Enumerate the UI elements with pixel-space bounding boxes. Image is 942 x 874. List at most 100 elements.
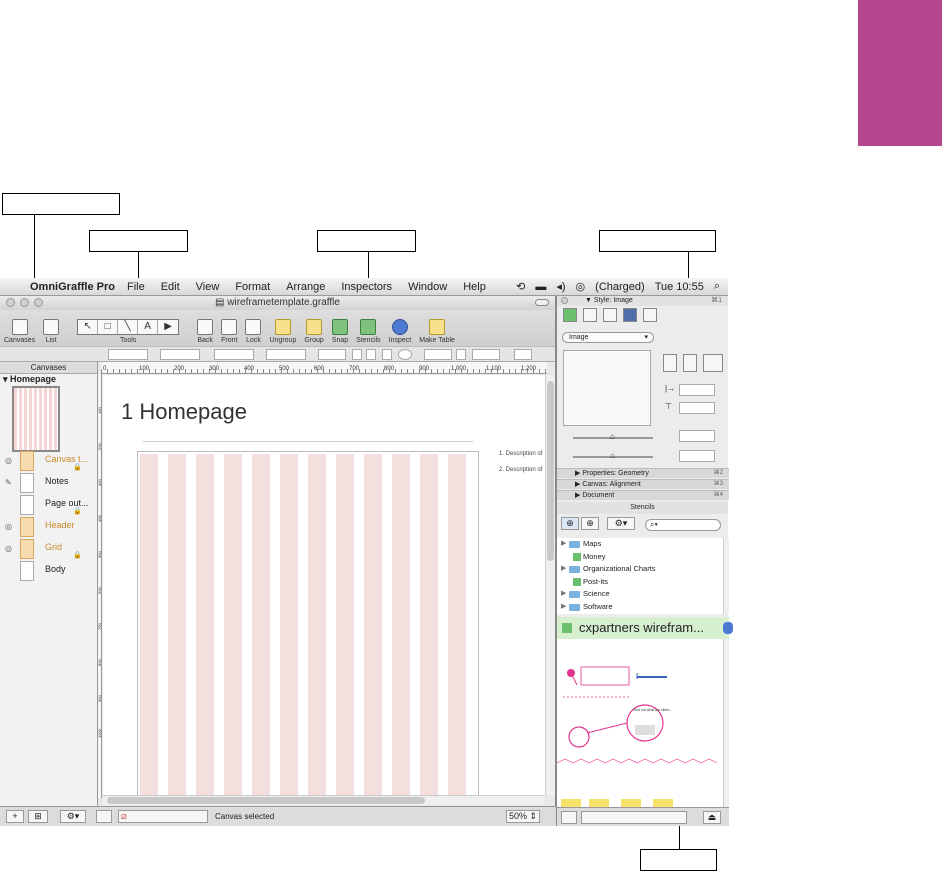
- x-position-field[interactable]: [108, 349, 148, 360]
- disclosure-triangle-icon[interactable]: ▶: [561, 538, 566, 550]
- menu-arrange[interactable]: Arrange: [286, 281, 325, 293]
- vertical-scrollbar[interactable]: [545, 375, 555, 795]
- scroll-thumb[interactable]: [547, 381, 554, 561]
- disclosure-triangle-icon[interactable]: ▶: [561, 588, 566, 600]
- layer-lock-icon[interactable]: 🔒: [73, 507, 82, 515]
- image-opacity-field[interactable]: [679, 450, 715, 462]
- fill-tab-icon[interactable]: [563, 308, 577, 322]
- shadow-tab-icon[interactable]: [603, 308, 617, 322]
- front-button[interactable]: Front: [221, 319, 237, 344]
- stencil-item[interactable]: Money: [557, 551, 723, 564]
- stencil-gear-icon[interactable]: ⚙▾: [607, 517, 635, 530]
- toolbar-toggle-button[interactable]: [535, 299, 549, 306]
- annotation-text[interactable]: 1. Description of: [499, 451, 542, 457]
- image-well[interactable]: [563, 350, 651, 426]
- volume-icon[interactable]: ◂): [556, 280, 565, 293]
- stencil-eject-icon[interactable]: ⏏: [703, 811, 721, 824]
- minimize-window-icon[interactable]: [20, 298, 29, 307]
- lock-button[interactable]: Lock: [245, 319, 262, 344]
- menu-window[interactable]: Window: [408, 281, 447, 293]
- fill-color-well[interactable]: [318, 349, 346, 360]
- select-tool-icon[interactable]: ↖: [78, 320, 99, 334]
- image-tab-icon[interactable]: [623, 308, 637, 322]
- close-panel-icon[interactable]: [561, 297, 568, 304]
- sync-icon[interactable]: ◎: [576, 280, 586, 293]
- corner-style-button[interactable]: [398, 349, 412, 360]
- stencil-view-icon[interactable]: ⊕: [561, 517, 579, 530]
- app-name-menu[interactable]: OmniGraffle Pro: [30, 281, 115, 293]
- stencil-info-icon[interactable]: [723, 622, 733, 634]
- image-scale-field[interactable]: [679, 430, 715, 442]
- line-style-button[interactable]: [456, 349, 466, 360]
- stroke-style-button[interactable]: [382, 349, 392, 360]
- image-fit-stretch-button[interactable]: [683, 354, 697, 372]
- stencil-folder-item[interactable]: ▶ Organizational Charts: [557, 563, 723, 576]
- shadow-style-button[interactable]: [366, 349, 376, 360]
- zoom-select[interactable]: 50% ⇕: [506, 810, 540, 823]
- stencil-preview-area[interactable]: Find out what our client...: [556, 639, 723, 807]
- line-color-well[interactable]: [424, 349, 452, 360]
- layer-lock-icon[interactable]: 🔒: [73, 463, 82, 471]
- style-select[interactable]: Image ▾: [562, 332, 654, 343]
- layer-row[interactable]: Page out... 🔒: [0, 494, 98, 516]
- back-button[interactable]: Back: [197, 319, 214, 344]
- text-tab-icon[interactable]: [643, 308, 657, 322]
- disclosure-triangle-icon[interactable]: ▶: [561, 601, 566, 613]
- layer-lock-icon[interactable]: 🔒: [73, 551, 82, 559]
- add-canvas-button[interactable]: +: [6, 810, 24, 823]
- disclosure-triangle-icon[interactable]: ▶: [561, 563, 566, 575]
- inspector-section-alignment[interactable]: ▶ Canvas: Alignment ⌘3: [557, 479, 729, 489]
- menu-edit[interactable]: Edit: [161, 281, 180, 293]
- horizontal-scrollbar[interactable]: [103, 795, 545, 805]
- close-window-icon[interactable]: [6, 298, 15, 307]
- image-offset-x-field[interactable]: [679, 384, 715, 396]
- stencil-preview-scrollbar[interactable]: [723, 639, 729, 807]
- snap-button[interactable]: Snap: [332, 319, 348, 344]
- stencil-list-scrollbar[interactable]: [723, 538, 729, 614]
- add-layer-button[interactable]: ⊞: [28, 810, 48, 823]
- fill-swatch-button[interactable]: [96, 810, 112, 823]
- drawing-canvas[interactable]: 1 Homepage 1. Description of 2. Descript…: [103, 375, 545, 795]
- inspector-section-document[interactable]: ▶ Document ⌘4: [557, 490, 729, 500]
- menu-help[interactable]: Help: [463, 281, 486, 293]
- image-fit-natural-button[interactable]: [663, 354, 677, 372]
- line-tool-icon[interactable]: ╲: [118, 320, 139, 334]
- stroke-swatch-button[interactable]: ⧄: [118, 810, 208, 823]
- layer-visible-icon[interactable]: ◎: [5, 456, 12, 465]
- list-button[interactable]: List: [43, 319, 60, 344]
- shape-tool-icon[interactable]: □: [98, 320, 119, 334]
- stencil-search-input[interactable]: ⌕▾: [645, 519, 721, 531]
- layer-visible-icon[interactable]: ◎: [5, 522, 12, 531]
- text-tool-icon[interactable]: A: [138, 320, 159, 334]
- gear-icon[interactable]: ⚙▾: [60, 810, 86, 823]
- more-tools-icon[interactable]: ▶: [158, 320, 178, 334]
- layout-grid[interactable]: [137, 451, 479, 795]
- layer-row[interactable]: Body: [0, 560, 98, 582]
- menu-inspectors[interactable]: Inspectors: [341, 281, 392, 293]
- menu-clock[interactable]: Tue 10:55: [655, 281, 704, 293]
- annotation-text[interactable]: 2. Description of: [499, 467, 542, 473]
- stencil-folder-item[interactable]: ▶ Maps: [557, 538, 723, 551]
- line-width-field[interactable]: [472, 349, 500, 360]
- stencils-button[interactable]: Stencils: [356, 319, 381, 344]
- shape-style-button[interactable]: [352, 349, 362, 360]
- group-button[interactable]: Group: [304, 319, 324, 344]
- zoom-window-icon[interactable]: [34, 298, 43, 307]
- page-title[interactable]: 1 Homepage: [121, 399, 247, 425]
- layer-row[interactable]: ◎ Header: [0, 516, 98, 538]
- stroke-tab-icon[interactable]: [583, 308, 597, 322]
- inspector-section-geometry[interactable]: ▶ Properties: Geometry ⌘2: [557, 468, 729, 478]
- menu-format[interactable]: Format: [235, 281, 270, 293]
- image-fit-tile-button[interactable]: [703, 354, 723, 372]
- inspect-button[interactable]: Inspect: [389, 319, 411, 344]
- battery-status[interactable]: (Charged): [595, 281, 645, 293]
- ungroup-button[interactable]: Ungroup: [269, 319, 296, 344]
- slider-knob[interactable]: ⌂: [610, 451, 615, 460]
- layer-visible-icon[interactable]: ◎: [5, 544, 12, 553]
- y-position-field[interactable]: [160, 349, 200, 360]
- canvas-thumbnail[interactable]: [12, 386, 60, 452]
- layer-edit-pencil-icon[interactable]: ✎: [5, 478, 12, 487]
- height-field[interactable]: [266, 349, 306, 360]
- image-offset-y-field[interactable]: [679, 402, 715, 414]
- width-field[interactable]: [214, 349, 254, 360]
